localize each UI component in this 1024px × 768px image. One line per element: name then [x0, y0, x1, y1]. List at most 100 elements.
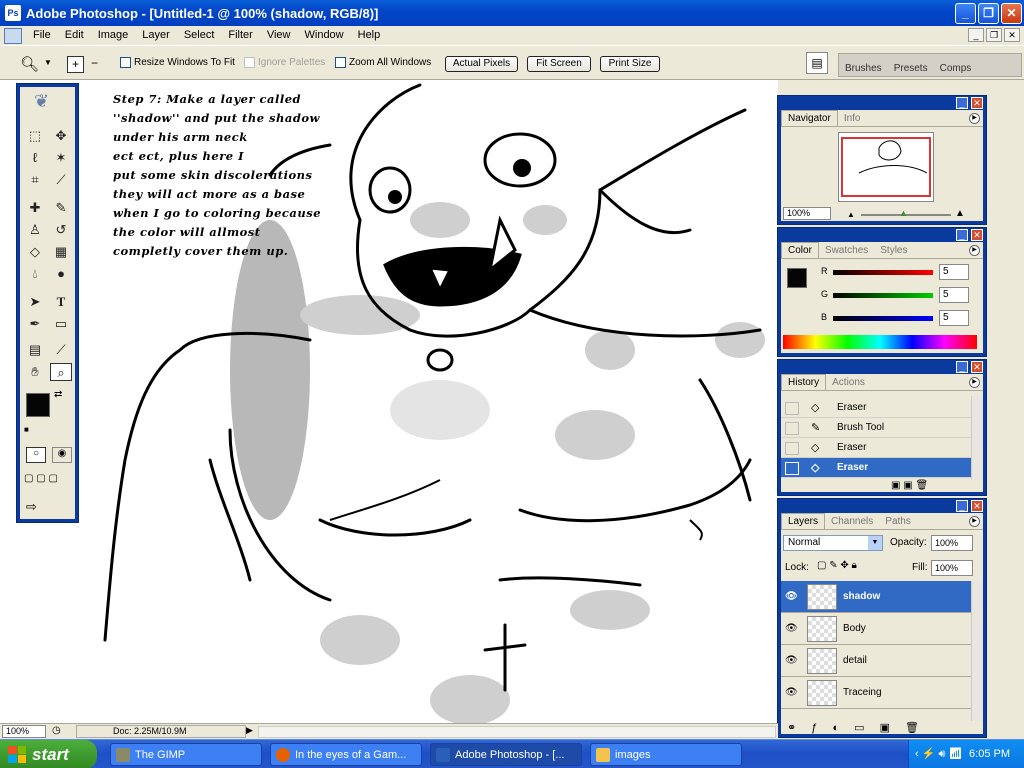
history-item[interactable]: ◇ Eraser	[781, 438, 973, 458]
lock-icons[interactable]: ▢ ✎ ✥ 🔒︎	[817, 560, 857, 571]
tab-layers[interactable]: Layers	[781, 513, 826, 529]
gradient-tool-icon[interactable]: ▦	[50, 243, 72, 261]
tab-swatches[interactable]: Swatches	[819, 243, 874, 258]
pen-tool-icon[interactable]: ✒	[24, 315, 46, 333]
tab-styles[interactable]: Styles	[874, 243, 913, 258]
zoom-in-small-icon[interactable]: ▲	[955, 208, 965, 219]
taskbar-item-photoshop[interactable]: Adobe Photoshop - [...	[430, 743, 582, 766]
swap-colors-icon[interactable]: ⇄	[54, 389, 62, 400]
default-colors-icon[interactable]: ■	[24, 425, 29, 434]
zoom-tool-icon[interactable]: ⌕	[50, 363, 72, 381]
actual-pixels-button[interactable]: Actual Pixels	[445, 56, 518, 72]
slice-tool-icon[interactable]: ⟋	[50, 171, 72, 189]
blue-slider[interactable]	[833, 316, 933, 321]
panel-menu-icon[interactable]: ▶	[969, 245, 980, 256]
start-button[interactable]: start	[0, 740, 97, 768]
panel-minimize-icon[interactable]: _	[956, 500, 968, 512]
menu-edit[interactable]: Edit	[58, 26, 91, 45]
zoom-out-icon[interactable]: −	[86, 56, 103, 73]
blue-value-field[interactable]: 5	[939, 310, 969, 326]
chevron-down-icon[interactable]: ▼	[868, 536, 882, 550]
layer-row-shadow[interactable]: 👁︎ shadow	[781, 581, 971, 613]
doc-minimize-button[interactable]: _	[968, 28, 984, 42]
palette-well-presets[interactable]: Presets	[888, 63, 934, 76]
quick-mask-mode-icon[interactable]: ◉	[52, 447, 72, 463]
feather-logo-icon[interactable]: ❦	[34, 91, 64, 113]
tab-actions[interactable]: Actions	[826, 375, 871, 390]
doc-restore-button[interactable]: ❐	[986, 28, 1002, 42]
layers-footer-icons[interactable]: ⚭ ƒ ◐ ▭ ▣ 🗑︎	[787, 721, 925, 734]
notes-tool-icon[interactable]: ▤	[24, 341, 46, 359]
move-tool-icon[interactable]: ✥	[50, 127, 72, 145]
restore-button[interactable]: ❐	[978, 3, 999, 24]
eraser-tool-icon[interactable]: ◇	[24, 243, 46, 261]
stamp-tool-icon[interactable]: ♙	[24, 221, 46, 239]
history-item[interactable]: ✎ Brush Tool	[781, 418, 973, 438]
panel-minimize-icon[interactable]: _	[956, 361, 968, 373]
color-spectrum-bar[interactable]	[783, 335, 977, 349]
brush-tool-icon[interactable]: ✎	[50, 199, 72, 217]
marquee-tool-icon[interactable]: ⬚	[24, 127, 46, 145]
navigator-thumbnail[interactable]	[838, 132, 934, 202]
panel-menu-icon[interactable]: ▶	[969, 113, 980, 124]
history-item[interactable]: ◇ Eraser	[781, 398, 973, 418]
menu-view[interactable]: View	[260, 26, 298, 45]
close-button[interactable]: ✕	[1001, 3, 1022, 24]
zoom-out-small-icon[interactable]: ▲	[847, 210, 855, 219]
shape-tool-icon[interactable]: ▭	[50, 315, 72, 333]
tray-icons[interactable]: ‹ ⚡ 🔊︎ 📶︎	[915, 740, 962, 768]
dodge-tool-icon[interactable]: ●	[50, 265, 72, 283]
crop-tool-icon[interactable]: ⌗	[24, 171, 46, 189]
status-arrow-icon[interactable]: ▶	[246, 725, 253, 736]
panel-menu-icon[interactable]: ▶	[969, 377, 980, 388]
healing-brush-tool-icon[interactable]: ✚	[24, 199, 46, 217]
tab-channels[interactable]: Channels	[825, 514, 879, 529]
panel-close-icon[interactable]: ✕	[971, 500, 983, 512]
status-zoom-field[interactable]: 100%	[2, 725, 46, 738]
panel-close-icon[interactable]: ✕	[971, 361, 983, 373]
tab-history[interactable]: History	[781, 374, 827, 390]
panel-close-icon[interactable]: ✕	[971, 97, 983, 109]
fill-field[interactable]: 100%	[931, 560, 973, 576]
panel-minimize-icon[interactable]: _	[956, 97, 968, 109]
opacity-field[interactable]: 100%	[931, 535, 973, 551]
doc-close-button[interactable]: ✕	[1004, 28, 1020, 42]
palette-well-brushes[interactable]: Brushes	[839, 63, 888, 76]
tool-preset-dropdown-icon[interactable]: ▼	[44, 58, 52, 67]
history-footer-icons[interactable]: ▣ ▣ 🗑︎	[891, 480, 928, 491]
panel-menu-icon[interactable]: ▶	[969, 516, 980, 527]
taskbar-item-images-folder[interactable]: images	[590, 743, 742, 766]
tab-paths[interactable]: Paths	[879, 514, 917, 529]
hand-tool-icon[interactable]: ✋︎	[24, 363, 46, 381]
status-info-icon[interactable]: ◷	[52, 725, 61, 736]
document-canvas[interactable]: Step 7: Make a layer called ''shadow'' a…	[0, 80, 778, 723]
minimize-button[interactable]: _	[955, 3, 976, 24]
zoom-tool-icon[interactable]: 🔍︎	[20, 55, 39, 73]
navigator-slider-thumb[interactable]: ▲	[899, 208, 908, 218]
history-brush-tool-icon[interactable]: ↺	[50, 221, 72, 239]
layer-row-body[interactable]: 👁︎ Body	[781, 613, 971, 645]
layer-row-traceing[interactable]: 👁︎ Traceing	[781, 677, 971, 709]
menu-layer[interactable]: Layer	[135, 26, 177, 45]
layers-scrollbar[interactable]	[971, 581, 983, 721]
screen-mode-icons[interactable]: ▢ ▢ ▢	[24, 473, 58, 484]
standard-mode-icon[interactable]: ○	[26, 447, 46, 463]
magic-wand-tool-icon[interactable]: ✶	[50, 149, 72, 167]
photoshop-app-icon[interactable]: Ps	[5, 5, 21, 21]
red-value-field[interactable]: 5	[939, 264, 969, 280]
fit-screen-button[interactable]: Fit Screen	[527, 56, 591, 72]
path-selection-tool-icon[interactable]: ➤	[24, 293, 46, 311]
file-browser-icon[interactable]: ▤	[806, 52, 828, 74]
layer-row-detail[interactable]: 👁︎ detail	[781, 645, 971, 677]
eyedropper-tool-icon[interactable]: ⟋	[50, 341, 72, 359]
menu-help[interactable]: Help	[351, 26, 388, 45]
foreground-color-swatch[interactable]	[26, 393, 50, 417]
clock[interactable]: 6:05 PM	[969, 748, 1010, 760]
resize-windows-checkbox[interactable]: Resize Windows To Fit	[120, 57, 235, 68]
green-slider[interactable]	[833, 293, 933, 298]
taskbar-item-firefox[interactable]: In the eyes of a Gam...	[270, 743, 422, 766]
menu-filter[interactable]: Filter	[221, 26, 259, 45]
green-value-field[interactable]: 5	[939, 287, 969, 303]
menu-image[interactable]: Image	[91, 26, 136, 45]
foreground-color-swatch[interactable]	[787, 268, 807, 288]
